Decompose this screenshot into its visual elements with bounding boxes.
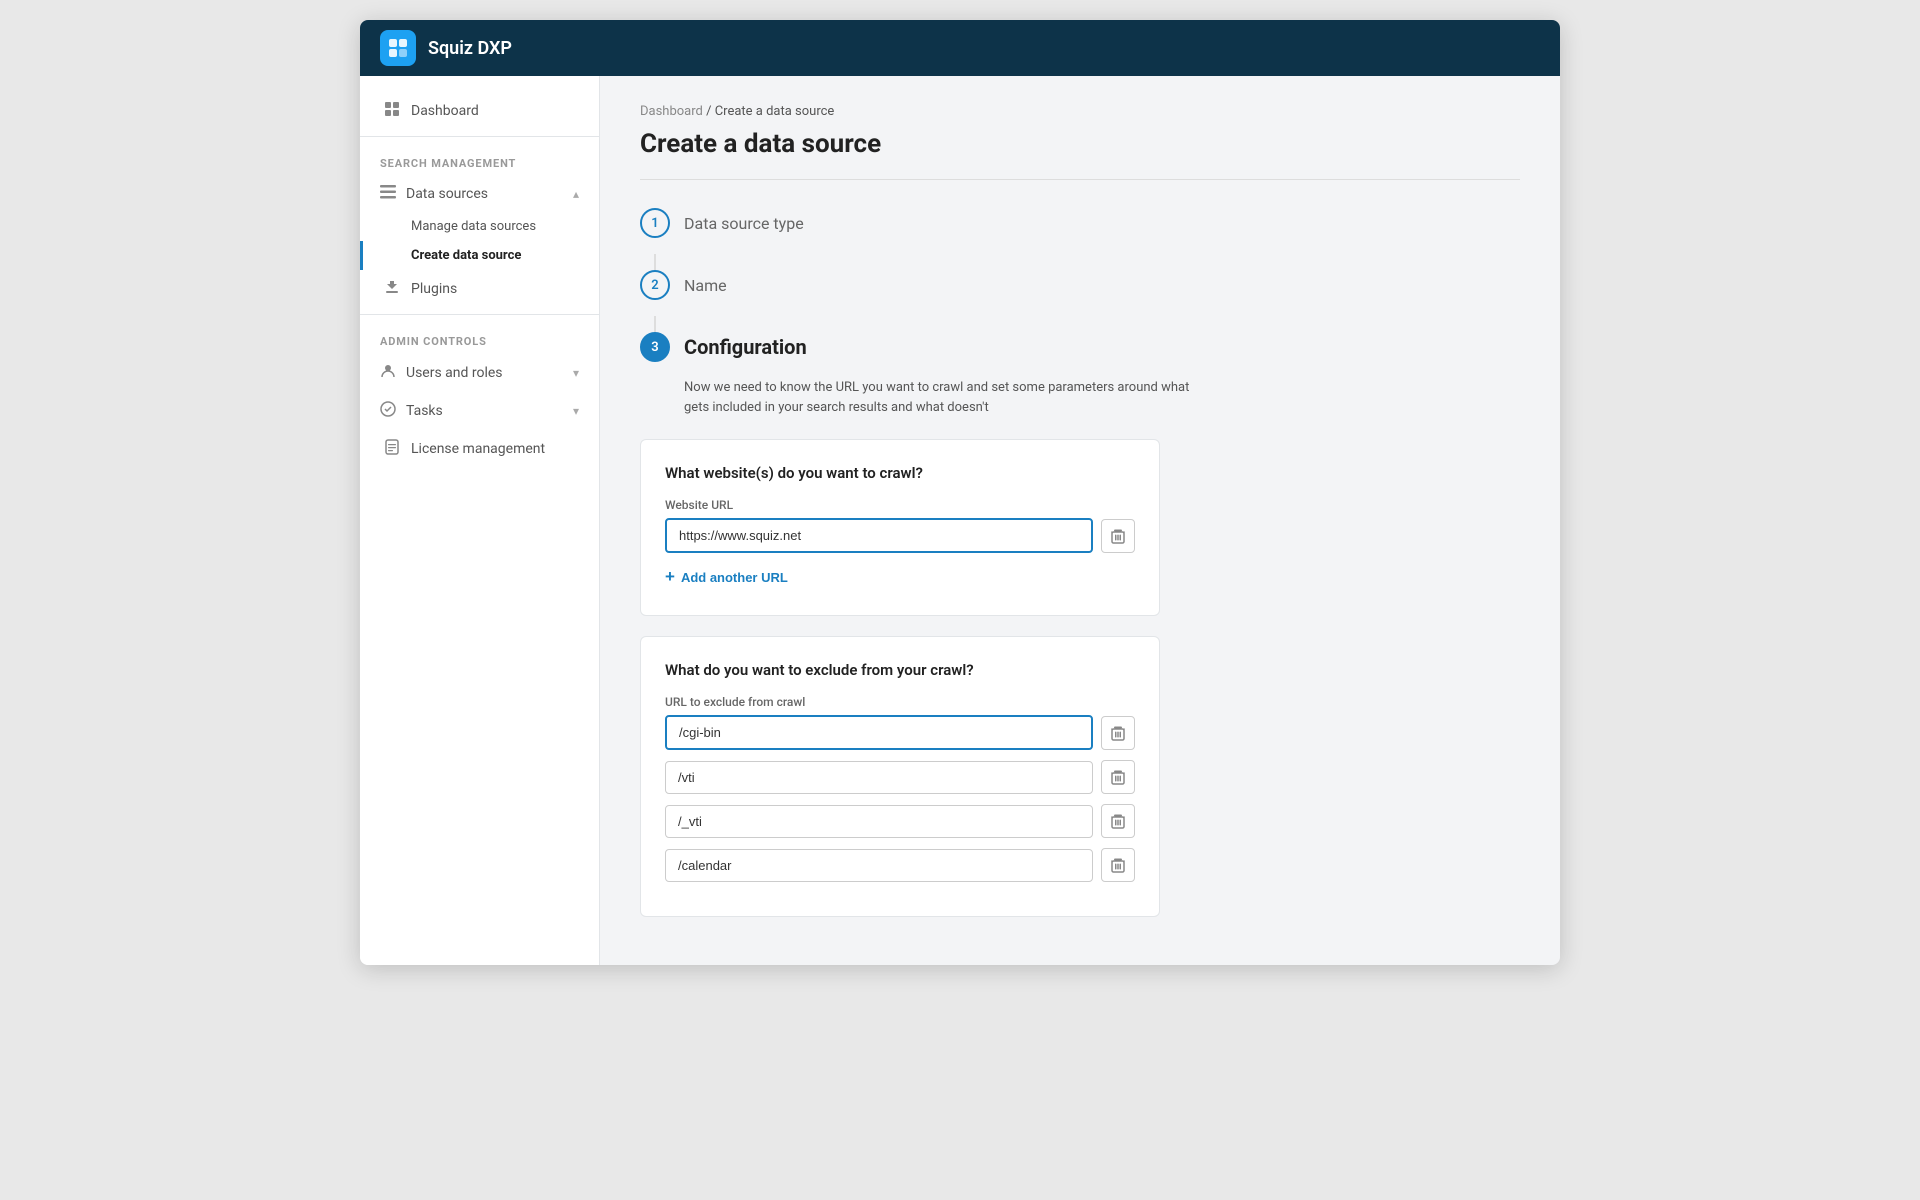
data-sources-icon — [380, 185, 396, 203]
dashboard-label: Dashboard — [411, 103, 479, 119]
sidebar-item-plugins[interactable]: Plugins — [360, 270, 599, 308]
sidebar-sub-item-create[interactable]: Create data source — [360, 241, 599, 270]
app-title: Squiz DXP — [428, 38, 512, 59]
website-url-row — [665, 518, 1135, 553]
users-roles-icon — [380, 363, 396, 383]
breadcrumb-current: Create a data source — [715, 104, 835, 119]
topbar: Squiz DXP — [360, 20, 1560, 76]
exclude-url-row-3 — [665, 848, 1135, 882]
sidebar-item-tasks[interactable]: Tasks ▾ — [360, 392, 599, 430]
app-window: Squiz DXP Dashboard SEARCH MANAGEMENT — [360, 20, 1560, 965]
website-url-label: Website URL — [665, 498, 1135, 512]
users-roles-chevron-icon: ▾ — [573, 366, 579, 380]
exclude-url-label: URL to exclude from crawl — [665, 695, 1135, 709]
add-another-url-button[interactable]: + Add another URL — [665, 563, 788, 591]
trash-icon — [1111, 528, 1125, 544]
app-logo — [380, 30, 416, 66]
exclude-url-delete-button-3[interactable] — [1101, 848, 1135, 882]
sidebar-item-data-sources[interactable]: Data sources ▴ — [360, 176, 599, 212]
sidebar-item-users-roles[interactable]: Users and roles ▾ — [360, 354, 599, 392]
step-1-label: Data source type — [684, 214, 804, 233]
section-label-admin: ADMIN CONTROLS — [360, 321, 599, 354]
plugins-icon — [383, 279, 401, 299]
exclude-url-row-1 — [665, 760, 1135, 794]
exclude-card-title: What do you want to exclude from your cr… — [665, 661, 1135, 679]
data-sources-label: Data sources — [406, 186, 488, 202]
website-url-input[interactable] — [665, 518, 1093, 553]
step-connector-1 — [654, 254, 656, 270]
users-roles-label: Users and roles — [406, 365, 503, 381]
main-layout: Dashboard SEARCH MANAGEMENT Data sources — [360, 76, 1560, 965]
step-1: 1 Data source type — [640, 208, 1520, 238]
license-label: License management — [411, 441, 545, 457]
exclude-url-input-2[interactable] — [665, 805, 1093, 838]
sidebar: Dashboard SEARCH MANAGEMENT Data sources — [360, 76, 600, 965]
trash-icon-2 — [1111, 813, 1125, 829]
exclude-url-input-0[interactable] — [665, 715, 1093, 750]
main-content: Dashboard / Create a data source Create … — [600, 76, 1560, 965]
step-2-circle: 2 — [640, 270, 670, 300]
plus-icon: + — [665, 567, 675, 587]
exclude-url-delete-button-1[interactable] — [1101, 760, 1135, 794]
breadcrumb-dashboard[interactable]: Dashboard — [640, 104, 703, 119]
exclude-url-row-2 — [665, 804, 1135, 838]
trash-icon-3 — [1111, 857, 1125, 873]
trash-icon-0 — [1111, 725, 1125, 741]
exclude-url-delete-button-0[interactable] — [1101, 716, 1135, 750]
license-icon — [383, 439, 401, 459]
step-2-label: Name — [684, 276, 727, 295]
website-card: What website(s) do you want to crawl? We… — [640, 439, 1160, 616]
exclude-url-input-3[interactable] — [665, 849, 1093, 882]
sidebar-divider-2 — [360, 314, 599, 315]
dashboard-icon — [383, 101, 401, 121]
breadcrumb-separator: / — [706, 104, 715, 119]
data-sources-chevron-icon: ▴ — [573, 187, 579, 201]
tasks-label: Tasks — [406, 403, 443, 419]
exclude-card: What do you want to exclude from your cr… — [640, 636, 1160, 917]
sidebar-item-dashboard[interactable]: Dashboard — [360, 92, 599, 130]
tasks-icon — [380, 401, 396, 421]
step-connector-2 — [654, 316, 656, 332]
exclude-url-row-0 — [665, 715, 1135, 750]
trash-icon-1 — [1111, 769, 1125, 785]
exclude-url-delete-button-2[interactable] — [1101, 804, 1135, 838]
step-3-circle: 3 — [640, 332, 670, 362]
exclude-url-input-1[interactable] — [665, 761, 1093, 794]
website-url-delete-button[interactable] — [1101, 519, 1135, 553]
step-3: 3 Configuration — [640, 332, 1520, 362]
step-1-circle: 1 — [640, 208, 670, 238]
config-description: Now we need to know the URL you want to … — [684, 378, 1204, 417]
breadcrumb: Dashboard / Create a data source — [640, 104, 1520, 119]
sidebar-item-license[interactable]: License management — [360, 430, 599, 468]
step-3-label: Configuration — [684, 335, 807, 359]
sidebar-divider — [360, 136, 599, 137]
tasks-chevron-icon: ▾ — [573, 404, 579, 418]
add-url-label: Add another URL — [681, 570, 788, 585]
title-divider — [640, 179, 1520, 180]
section-label-search: SEARCH MANAGEMENT — [360, 143, 599, 176]
plugins-label: Plugins — [411, 281, 457, 297]
create-data-source-label: Create data source — [411, 248, 521, 263]
sidebar-sub-item-manage[interactable]: Manage data sources — [360, 212, 599, 241]
website-card-title: What website(s) do you want to crawl? — [665, 464, 1135, 482]
manage-data-sources-label: Manage data sources — [411, 219, 536, 234]
page-title: Create a data source — [640, 129, 1520, 159]
step-2: 2 Name — [640, 270, 1520, 300]
